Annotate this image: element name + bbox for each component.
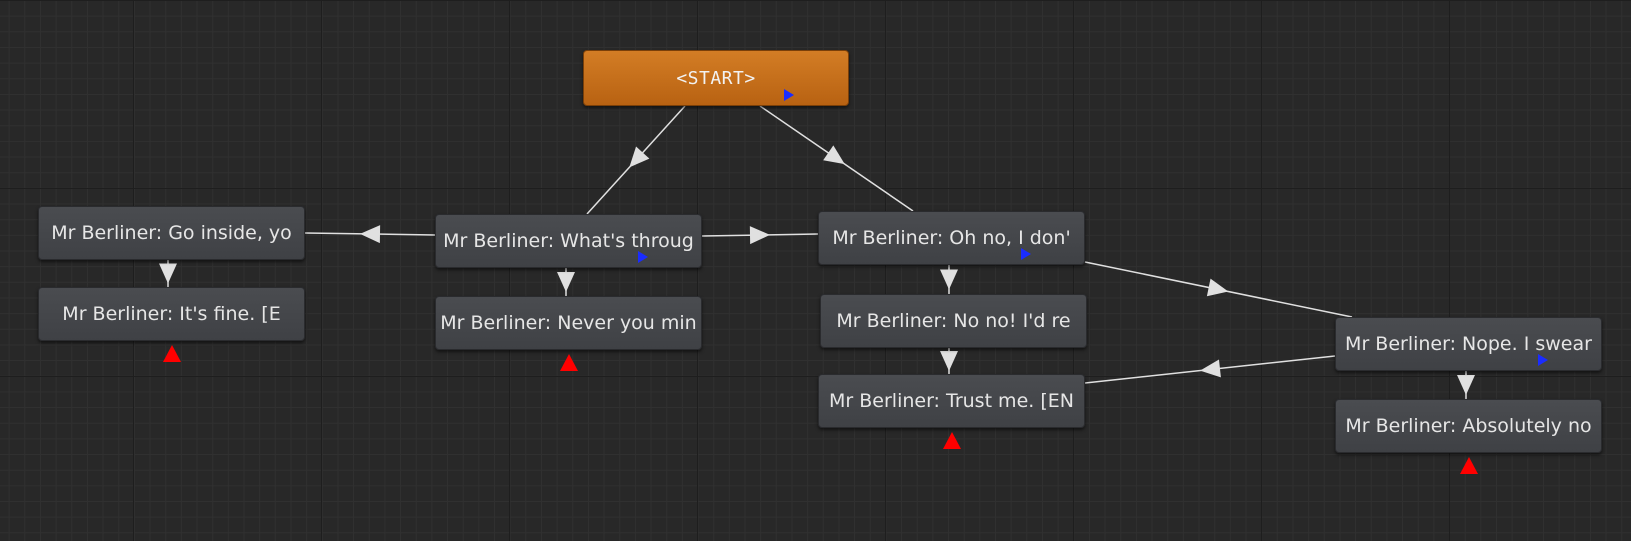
edge-n_whats-to-n_ohno — [701, 226, 819, 245]
node-label: <START> — [676, 67, 756, 89]
edge-n_ohno-to-n_nono — [940, 265, 958, 294]
edge-arrow-icon — [1206, 278, 1229, 297]
dialogue-node-n_fine[interactable]: Mr Berliner: It's fine. [E — [38, 287, 305, 341]
end-marker-icon — [942, 432, 961, 449]
end-marker-icon — [1459, 457, 1478, 474]
play-icon[interactable] — [638, 251, 648, 263]
play-icon[interactable] — [784, 89, 794, 101]
node-label: Mr Berliner: Oh no, I don' — [832, 227, 1071, 249]
end-marker-icon — [162, 345, 181, 362]
node-label: Mr Berliner: Trust me. [EN — [829, 390, 1074, 412]
edge-n_nono-to-n_trust — [940, 348, 958, 374]
edge-arrow-icon — [159, 263, 177, 284]
edge-arrow-icon — [749, 226, 770, 245]
start-node[interactable]: <START> — [583, 50, 849, 106]
edge-arrow-icon — [823, 145, 845, 165]
play-icon[interactable] — [1021, 248, 1031, 260]
dialogue-node-n_ohno[interactable]: Mr Berliner: Oh no, I don' — [818, 211, 1085, 265]
edge-arrow-icon — [1457, 375, 1475, 395]
node-label: Mr Berliner: Never you min — [440, 312, 697, 334]
edge-arrow-icon — [940, 269, 958, 290]
end-marker-icon — [559, 354, 578, 371]
edge-n_nope-to-n_abs — [1457, 371, 1475, 399]
node-label: Mr Berliner: It's fine. [E — [62, 303, 281, 325]
dialogue-graph-canvas[interactable]: <START> Mr Berliner: What's throug Mr Berl… — [0, 0, 1631, 541]
node-label: Mr Berliner: No no! I'd re — [836, 310, 1071, 332]
dialogue-node-n_trust[interactable]: Mr Berliner: Trust me. [EN — [818, 374, 1085, 428]
edge-arrow-icon — [557, 272, 575, 292]
node-label: Mr Berliner: Absolutely no — [1345, 415, 1592, 437]
dialogue-node-n_never[interactable]: Mr Berliner: Never you min — [435, 296, 702, 350]
edge-n_nope-to-n_trust — [1084, 355, 1336, 384]
edge-n_whats-to-n_never — [557, 268, 575, 296]
dialogue-node-n_abs[interactable]: Mr Berliner: Absolutely no — [1335, 399, 1602, 453]
dialogue-node-n_nono[interactable]: Mr Berliner: No no! I'd re — [820, 294, 1087, 348]
edge-arrow-icon — [360, 225, 381, 244]
edge-start-to-n_ohno — [759, 105, 914, 212]
node-label: Mr Berliner: What's throug — [443, 230, 694, 252]
edge-n_whats-to-n_go — [304, 225, 436, 244]
play-icon[interactable] — [1538, 354, 1548, 366]
node-label: Mr Berliner: Nope. I swear — [1345, 333, 1592, 355]
dialogue-node-n_whats[interactable]: Mr Berliner: What's throug — [435, 214, 702, 268]
dialogue-node-n_go[interactable]: Mr Berliner: Go inside, yo — [38, 206, 305, 260]
edge-n_go-to-n_fine — [159, 260, 177, 287]
dialogue-node-n_nope[interactable]: Mr Berliner: Nope. I swear — [1335, 317, 1602, 371]
edge-arrow-icon — [1200, 359, 1221, 378]
node-label: Mr Berliner: Go inside, yo — [51, 222, 292, 244]
edge-start-to-n_whats — [586, 105, 686, 215]
edge-n_ohno-to-n_nope — [1084, 261, 1353, 318]
edge-arrow-icon — [940, 351, 958, 371]
